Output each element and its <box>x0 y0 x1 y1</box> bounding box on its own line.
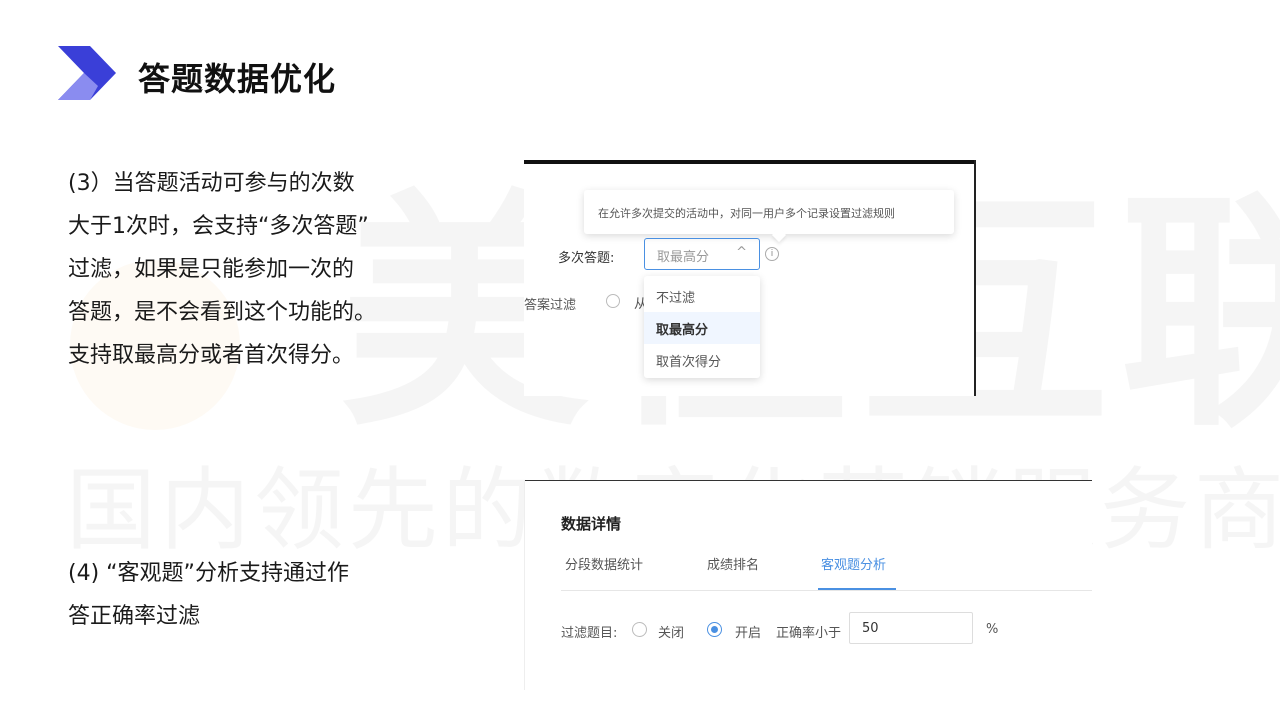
radio-off[interactable] <box>632 622 647 637</box>
left-border <box>524 480 525 690</box>
chevron-logo-icon <box>58 46 116 100</box>
radio-on-label: 开启 <box>735 626 762 641</box>
multi-attempt-label: 多次答题: <box>558 251 615 266</box>
answer-filter-label: 答案过滤 <box>524 298 577 313</box>
text-line: (3）当答题活动可参与的次数 <box>68 171 355 196</box>
radio-on[interactable] <box>707 622 722 637</box>
select-value: 取最高分 <box>657 250 710 265</box>
tab-score-ranking[interactable]: 成绩排名 <box>707 554 759 573</box>
screenshot-data-detail: 数据详情 分段数据统计 成绩排名 客观题分析 过滤题目: 关闭 开启 正确率小于… <box>524 480 1092 690</box>
filter-questions-label: 过滤题目: <box>561 626 618 641</box>
tab-objective-analysis[interactable]: 客观题分析 <box>821 554 886 573</box>
description-objective-analysis: (4) “客观题”分析支持通过作 答正确率过滤 <box>68 552 349 638</box>
description-multi-attempt: (3）当答题活动可参与的次数 大于1次时，会支持“多次答题” 过滤，如果是只能参… <box>68 162 376 377</box>
page-title: 答题数据优化 <box>138 60 337 98</box>
accuracy-input[interactable]: 50 <box>849 612 973 644</box>
text-line: 答题，是不会看到这个功能的。 <box>68 300 377 325</box>
text-line: (4) “客观题”分析支持通过作 <box>68 561 349 586</box>
tabs-divider <box>561 590 1092 591</box>
info-icon[interactable]: i <box>765 247 779 261</box>
data-detail-title: 数据详情 <box>561 515 622 533</box>
text-line: 支持取最高分或者首次得分。 <box>68 343 355 368</box>
radio-off-label: 关闭 <box>658 626 685 641</box>
top-border <box>524 160 976 164</box>
accuracy-label: 正确率小于 <box>776 626 842 641</box>
option-highest-score[interactable]: 取最高分 <box>644 312 760 344</box>
tooltip: 在允许多次提交的活动中，对同一用户多个记录设置过滤规则 <box>584 190 954 234</box>
top-border <box>524 480 1092 481</box>
multi-attempt-select[interactable]: 取最高分 ^ <box>644 238 760 270</box>
percent-unit: % <box>986 622 999 637</box>
screenshot-multi-attempt-filter: 在允许多次提交的活动中，对同一用户多个记录设置过滤规则 多次答题: 取最高分 ^… <box>524 160 976 396</box>
filter-radio[interactable] <box>606 294 620 308</box>
text-line: 过滤，如果是只能参加一次的 <box>68 257 355 282</box>
right-border <box>974 160 976 396</box>
select-dropdown: 不过滤 取最高分 取首次得分 <box>644 276 760 378</box>
tab-segment-stats[interactable]: 分段数据统计 <box>565 554 643 573</box>
option-no-filter[interactable]: 不过滤 <box>644 280 760 312</box>
text-line: 大于1次时，会支持“多次答题” <box>68 214 369 239</box>
text-line: 答正确率过滤 <box>68 604 201 629</box>
chevron-up-icon: ^ <box>736 245 747 260</box>
active-tab-indicator <box>818 588 896 590</box>
option-first-score[interactable]: 取首次得分 <box>644 344 760 376</box>
